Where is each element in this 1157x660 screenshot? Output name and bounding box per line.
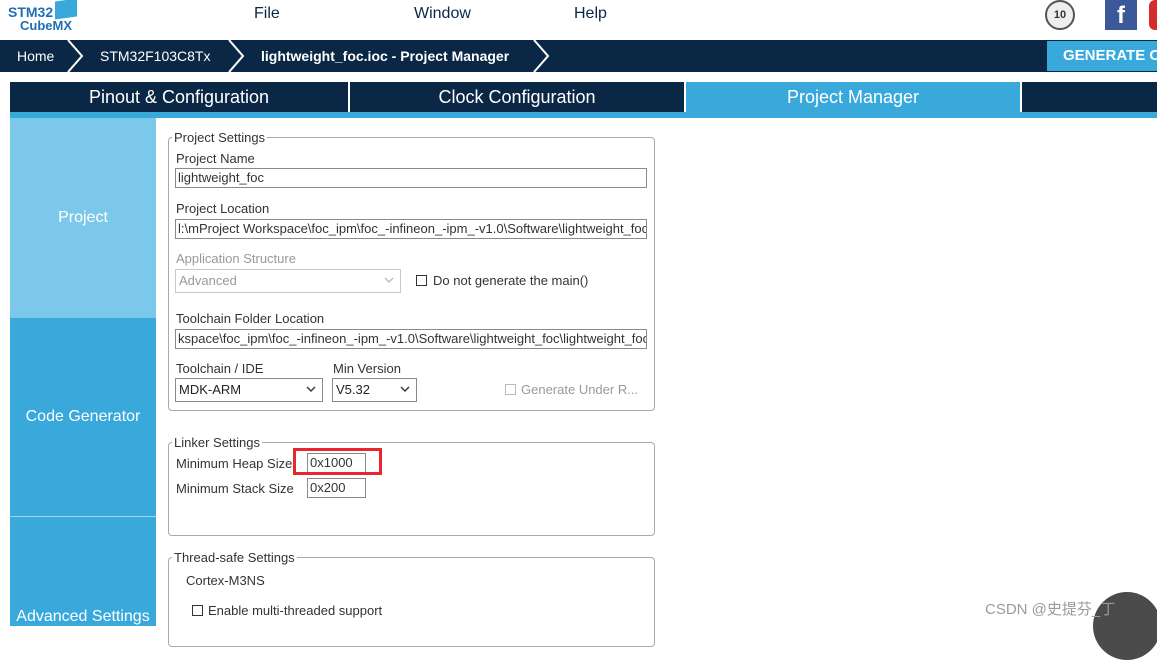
project-location-input[interactable]: l:\mProject Workspace\foc_ipm\foc_-infin… bbox=[175, 219, 647, 239]
project-name-label: Project Name bbox=[176, 151, 255, 166]
multithread-checkbox[interactable] bbox=[192, 605, 203, 616]
generate-under-root-checkbox[interactable] bbox=[505, 384, 516, 395]
anniversary-badge-icon[interactable]: 10 bbox=[1045, 0, 1075, 30]
toolchain-folder-label: Toolchain Folder Location bbox=[176, 311, 325, 326]
application-structure-value: Advanced bbox=[179, 273, 237, 288]
generate-code-button[interactable]: GENERATE C bbox=[1047, 41, 1157, 71]
youtube-icon[interactable] bbox=[1149, 0, 1157, 30]
sidebar-item-code-generator[interactable]: Code Generator bbox=[10, 318, 156, 516]
project-location-label: Project Location bbox=[176, 201, 270, 216]
breadcrumb-chevron-icon bbox=[67, 40, 84, 72]
thread-safe-settings-legend: Thread-safe Settings bbox=[172, 550, 297, 565]
chevron-down-icon bbox=[306, 386, 316, 392]
toolchain-ide-select[interactable]: MDK-ARM bbox=[175, 378, 323, 402]
logo-cube-icon bbox=[55, 0, 77, 20]
breadcrumb-device[interactable]: STM32F103C8Tx bbox=[100, 40, 210, 72]
min-version-select[interactable]: V5.32 bbox=[332, 378, 417, 402]
menu-help[interactable]: Help bbox=[574, 5, 607, 23]
breadcrumb-current[interactable]: lightweight_foc.ioc - Project Manager bbox=[261, 40, 509, 72]
tab-divider bbox=[1020, 82, 1022, 112]
application-structure-select[interactable]: Advanced bbox=[175, 269, 401, 293]
no-main-label: Do not generate the main() bbox=[433, 273, 589, 288]
project-settings-legend: Project Settings bbox=[172, 130, 268, 145]
minimum-stack-size-label: Minimum Stack Size bbox=[176, 481, 294, 496]
project-name-input[interactable]: lightweight_foc bbox=[175, 168, 647, 188]
toolchain-ide-label: Toolchain / IDE bbox=[176, 361, 264, 376]
no-main-checkbox[interactable] bbox=[416, 275, 427, 286]
breadcrumb-chevron-icon bbox=[533, 40, 550, 72]
breadcrumb-home[interactable]: Home bbox=[17, 40, 54, 72]
logo-line2: CubeMX bbox=[20, 18, 72, 33]
minimum-stack-size-input[interactable]: 0x200 bbox=[307, 478, 366, 498]
heap-size-highlight-box bbox=[293, 448, 382, 475]
tab-clock-configuration[interactable]: Clock Configuration bbox=[350, 82, 684, 112]
toolchain-folder-input[interactable]: kspace\foc_ipm\foc_-infineon_-ipm_-v1.0\… bbox=[175, 329, 647, 349]
watermark: CSDN @史提芬_丁 bbox=[985, 601, 1116, 618]
menu-file[interactable]: File bbox=[254, 5, 280, 23]
chevron-down-icon bbox=[384, 277, 394, 283]
thread-safe-settings-group bbox=[168, 557, 655, 647]
breadcrumb-chevron-icon bbox=[228, 40, 245, 72]
multithread-label: Enable multi-threaded support bbox=[208, 603, 383, 618]
tabs-underline bbox=[10, 112, 1157, 118]
linker-settings-legend: Linker Settings bbox=[172, 435, 262, 450]
core-label: Cortex-M3NS bbox=[186, 573, 265, 588]
menu-window[interactable]: Window bbox=[414, 5, 471, 23]
application-structure-label: Application Structure bbox=[176, 251, 296, 266]
tab-pinout-configuration[interactable]: Pinout & Configuration bbox=[10, 82, 348, 112]
toolchain-ide-value: MDK-ARM bbox=[179, 382, 242, 397]
min-version-label: Min Version bbox=[333, 361, 401, 376]
sidebar-item-project[interactable]: Project bbox=[10, 118, 156, 318]
min-version-value: V5.32 bbox=[336, 382, 370, 397]
generate-under-root-label: Generate Under R... bbox=[521, 382, 639, 397]
chevron-down-icon bbox=[400, 386, 410, 392]
sidebar-item-advanced-settings[interactable]: Advanced Settings bbox=[10, 517, 156, 626]
minimum-heap-size-label: Minimum Heap Size bbox=[176, 456, 293, 471]
facebook-icon[interactable]: f bbox=[1105, 0, 1137, 30]
tab-project-manager[interactable]: Project Manager bbox=[686, 82, 1020, 112]
